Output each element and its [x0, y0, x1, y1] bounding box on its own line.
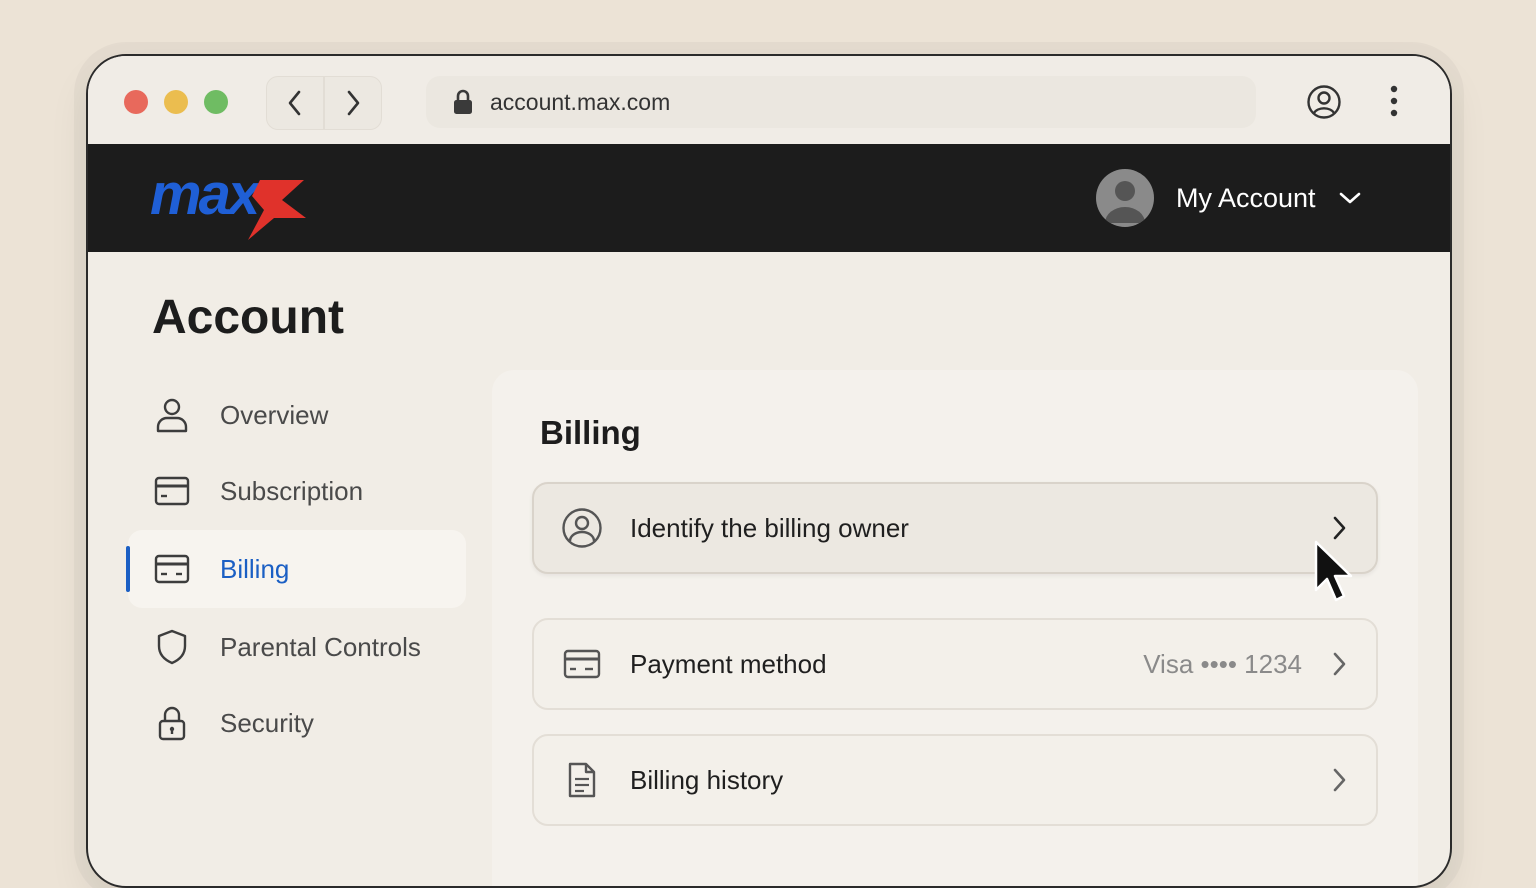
- billing-panel: Billing Identify the billing owner Payme…: [492, 370, 1418, 886]
- mouse-cursor-icon: [1314, 540, 1353, 602]
- url-text: account.max.com: [490, 88, 671, 115]
- chevron-right-icon: [1333, 652, 1346, 676]
- sidebar-item-overview[interactable]: Overview: [128, 376, 466, 454]
- chevron-right-icon: [1333, 516, 1346, 540]
- maximize-window-button[interactable]: [204, 90, 228, 114]
- card-icon: [560, 642, 604, 686]
- page-title: Account: [152, 291, 344, 344]
- user-silhouette-icon: [1105, 181, 1145, 223]
- sidebar-item-label: Subscription: [220, 475, 364, 506]
- sidebar-item-label: Overview: [220, 399, 329, 430]
- minimize-window-button[interactable]: [164, 90, 188, 114]
- sidebar-item-label: Parental Controls: [220, 631, 421, 662]
- sidebar-item-billing[interactable]: Billing: [126, 530, 466, 608]
- sidebar-item-parental-controls[interactable]: Parental Controls: [128, 608, 466, 686]
- forward-button[interactable]: [324, 76, 382, 130]
- row-label: Billing history: [630, 764, 784, 795]
- user-icon: [154, 397, 190, 433]
- billing-history-row[interactable]: Billing history: [532, 734, 1378, 826]
- account-menu-label: My Account: [1176, 182, 1316, 213]
- svg-text:max: max: [150, 166, 263, 227]
- sidebar-item-label: Security: [220, 707, 314, 738]
- payment-method-value: Visa •••• 1234: [1143, 648, 1302, 679]
- chevron-left-icon: [288, 90, 301, 116]
- identify-billing-owner-row[interactable]: Identify the billing owner: [532, 482, 1378, 574]
- sidebar-item-label: Billing: [220, 553, 290, 584]
- max-logo[interactable]: max: [148, 166, 308, 242]
- billing-title: Billing: [540, 414, 641, 451]
- row-label: Identify the billing owner: [630, 512, 909, 543]
- payment-method-row[interactable]: Payment method Visa •••• 1234: [532, 618, 1378, 710]
- browser-toolbar: account.max.com: [88, 56, 1450, 144]
- shield-icon: [154, 629, 190, 665]
- avatar: [1096, 169, 1154, 227]
- sidebar-item-security[interactable]: Security: [128, 684, 466, 762]
- chevron-right-icon: [1333, 768, 1346, 792]
- lock-icon: [454, 89, 472, 114]
- back-button[interactable]: [266, 76, 324, 130]
- sidebar-item-subscription[interactable]: Subscription: [128, 452, 466, 530]
- chevron-right-icon: [347, 90, 360, 116]
- chevron-down-icon: [1339, 192, 1360, 204]
- address-bar[interactable]: account.max.com: [426, 76, 1256, 128]
- lock-icon: [154, 705, 190, 741]
- card-icon: [154, 473, 190, 509]
- user-circle-icon: [560, 506, 604, 550]
- more-menu-icon[interactable]: [1384, 84, 1404, 120]
- card-icon: [154, 551, 190, 587]
- document-icon: [560, 758, 604, 802]
- browser-window: account.max.com max My Account Account O…: [86, 54, 1452, 888]
- row-label: Payment method: [630, 648, 827, 679]
- account-menu[interactable]: My Account: [1096, 168, 1362, 228]
- site-header: max My Account: [88, 144, 1450, 252]
- browser-profile-icon[interactable]: [1306, 84, 1342, 120]
- close-window-button[interactable]: [124, 90, 148, 114]
